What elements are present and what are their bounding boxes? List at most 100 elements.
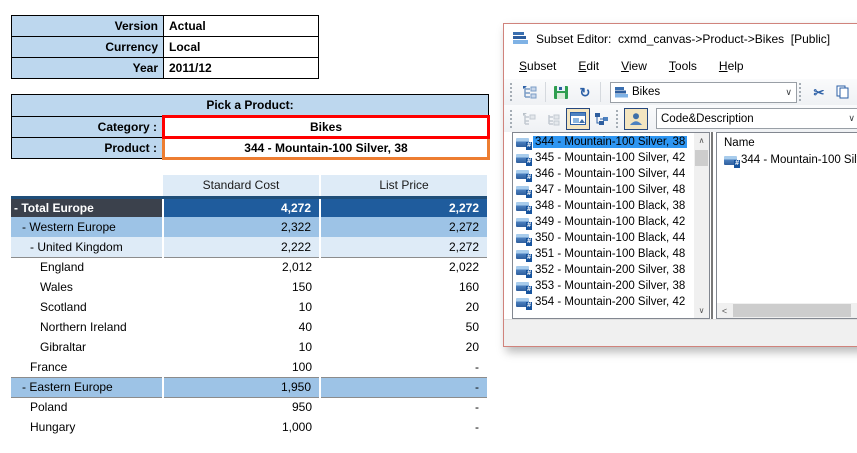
list-item[interactable]: 348 - Mountain-100 Black, 38 (513, 198, 694, 214)
list-price-cell[interactable]: 20 (320, 297, 487, 317)
list-price-cell[interactable]: - (320, 417, 487, 437)
list-price-cell[interactable]: - (320, 357, 487, 377)
standard-cost-cell[interactable]: 950 (163, 397, 320, 417)
standard-cost-cell[interactable]: 4,272 (163, 197, 320, 217)
list-price-cell[interactable]: 2,272 (320, 237, 487, 257)
version-value[interactable]: Actual (164, 16, 319, 37)
list-item[interactable]: 351 - Mountain-100 Black, 48 (513, 246, 694, 262)
subset-all-button[interactable] (518, 81, 542, 103)
list-item[interactable]: 345 - Mountain-100 Silver, 42 (513, 150, 694, 166)
subset-combo[interactable]: Bikes ∨ (610, 82, 797, 103)
empty-header-cell (11, 175, 163, 197)
standard-cost-cell[interactable]: 10 (163, 297, 320, 317)
menu-subset[interactable]: Subset (508, 55, 567, 77)
standard-cost-cell[interactable]: 2,012 (163, 257, 320, 277)
list-item[interactable]: 344 - Mountain-100 Silver, 38 (513, 134, 694, 150)
keep-button[interactable] (518, 108, 542, 130)
table-row: Poland 950 - (11, 397, 487, 417)
scrollbar-thumb[interactable] (695, 150, 708, 166)
chevron-down-icon[interactable]: ∨ (785, 87, 792, 98)
list-price-cell[interactable]: 2,022 (320, 257, 487, 277)
toolbar-gripper[interactable] (510, 83, 516, 101)
list-price-cell[interactable]: - (320, 397, 487, 417)
vertical-scrollbar[interactable]: ∧ ∨ (694, 133, 709, 318)
scroll-up-icon[interactable]: ∧ (694, 133, 709, 148)
standard-cost-cell[interactable]: 150 (163, 277, 320, 297)
list-price-cell[interactable]: 20 (320, 337, 487, 357)
copy-button[interactable] (831, 81, 855, 103)
standard-cost-cell[interactable]: 1,950 (163, 377, 320, 397)
list-price-header: List Price (320, 175, 487, 197)
selected-element-item[interactable]: 344 - Mountain-100 Silver, 38 (717, 152, 857, 168)
alias-combo[interactable]: Code&Description ∨ (656, 108, 857, 129)
row-label[interactable]: - Western Europe (11, 217, 163, 237)
row-label[interactable]: Poland (11, 397, 163, 417)
standard-cost-cell[interactable]: 2,222 (163, 237, 320, 257)
numeric-element-icon (516, 154, 529, 163)
properties-window-button[interactable] (566, 108, 590, 130)
list-item[interactable]: 354 - Mountain-200 Silver, 42 (513, 294, 694, 310)
chevron-down-icon[interactable]: ∨ (848, 113, 855, 124)
list-item[interactable]: 347 - Mountain-100 Silver, 48 (513, 182, 694, 198)
name-column-header[interactable]: Name (717, 133, 857, 152)
category-value-cell[interactable]: Bikes (164, 117, 489, 138)
numeric-element-icon (516, 170, 529, 179)
scroll-left-icon[interactable]: < (717, 303, 732, 318)
row-label[interactable]: - Total Europe (11, 197, 163, 217)
row-label[interactable]: Hungary (11, 417, 163, 437)
table-row: - Eastern Europe 1,950 - (11, 377, 487, 397)
element-list-pane: 344 - Mountain-100 Silver, 38 345 - Moun… (512, 132, 710, 319)
currency-label: Currency (12, 37, 164, 58)
standard-cost-cell[interactable]: 10 (163, 337, 320, 357)
toolbar-gripper[interactable] (616, 110, 622, 128)
numeric-element-icon (516, 138, 529, 147)
standard-cost-cell[interactable]: 2,322 (163, 217, 320, 237)
standard-cost-cell[interactable]: 100 (163, 357, 320, 377)
currency-value[interactable]: Local (164, 37, 319, 58)
horizontal-scrollbar[interactable]: < (717, 303, 857, 318)
alias-button[interactable] (624, 108, 648, 130)
list-item[interactable]: 352 - Mountain-200 Silver, 38 (513, 262, 694, 278)
list-price-cell[interactable]: 50 (320, 317, 487, 337)
standard-cost-cell[interactable]: 40 (163, 317, 320, 337)
product-value-cell[interactable]: 344 - Mountain-100 Silver, 38 (164, 138, 489, 159)
titlebar[interactable]: Subset Editor: cxmd_canvas->Product->Bik… (504, 24, 857, 53)
list-price-cell[interactable]: - (320, 377, 487, 397)
cut-button[interactable]: ✂ (807, 81, 831, 103)
table-row: Year 2011/12 (12, 58, 319, 79)
list-price-cell[interactable]: 2,272 (320, 197, 487, 217)
menu-tools[interactable]: Tools (658, 55, 708, 77)
refresh-button[interactable]: ↻ (573, 81, 597, 103)
menu-edit[interactable]: Edit (567, 55, 610, 77)
save-button[interactable] (549, 81, 573, 103)
toolbar-gripper[interactable] (510, 110, 516, 128)
row-label[interactable]: Gibraltar (11, 337, 163, 357)
row-label[interactable]: Northern Ireland (11, 317, 163, 337)
row-label[interactable]: Scotland (11, 297, 163, 317)
row-label[interactable]: France (11, 357, 163, 377)
list-item[interactable]: 346 - Mountain-100 Silver, 44 (513, 166, 694, 182)
list-item[interactable]: 350 - Mountain-100 Black, 44 (513, 230, 694, 246)
row-label[interactable]: England (11, 257, 163, 277)
list-item[interactable]: 353 - Mountain-200 Silver, 38 (513, 278, 694, 294)
pane-splitter[interactable] (711, 132, 713, 319)
subset-icon (513, 32, 528, 45)
menu-view[interactable]: View (610, 55, 658, 77)
list-price-cell[interactable]: 2,272 (320, 217, 487, 237)
scrollbar-thumb[interactable] (733, 304, 851, 317)
toolbar-gripper[interactable] (799, 83, 805, 101)
delete-button[interactable] (542, 108, 566, 130)
window-bottom-strip (504, 319, 857, 346)
scroll-down-icon[interactable]: ∨ (694, 303, 709, 318)
row-label[interactable]: - Eastern Europe (11, 377, 163, 397)
expand-tree-button[interactable] (590, 108, 614, 130)
list-item[interactable]: 349 - Mountain-100 Black, 42 (513, 214, 694, 230)
year-value[interactable]: 2011/12 (164, 58, 319, 79)
standard-cost-cell[interactable]: 1,000 (163, 417, 320, 437)
cost-price-table: Standard Cost List Price - Total Europe … (11, 175, 487, 437)
row-label[interactable]: Wales (11, 277, 163, 297)
list-price-cell[interactable]: 160 (320, 277, 487, 297)
menu-help[interactable]: Help (708, 55, 755, 77)
subset-list-region: 344 - Mountain-100 Silver, 38 345 - Moun… (504, 132, 857, 319)
row-label[interactable]: - United Kingdom (11, 237, 163, 257)
